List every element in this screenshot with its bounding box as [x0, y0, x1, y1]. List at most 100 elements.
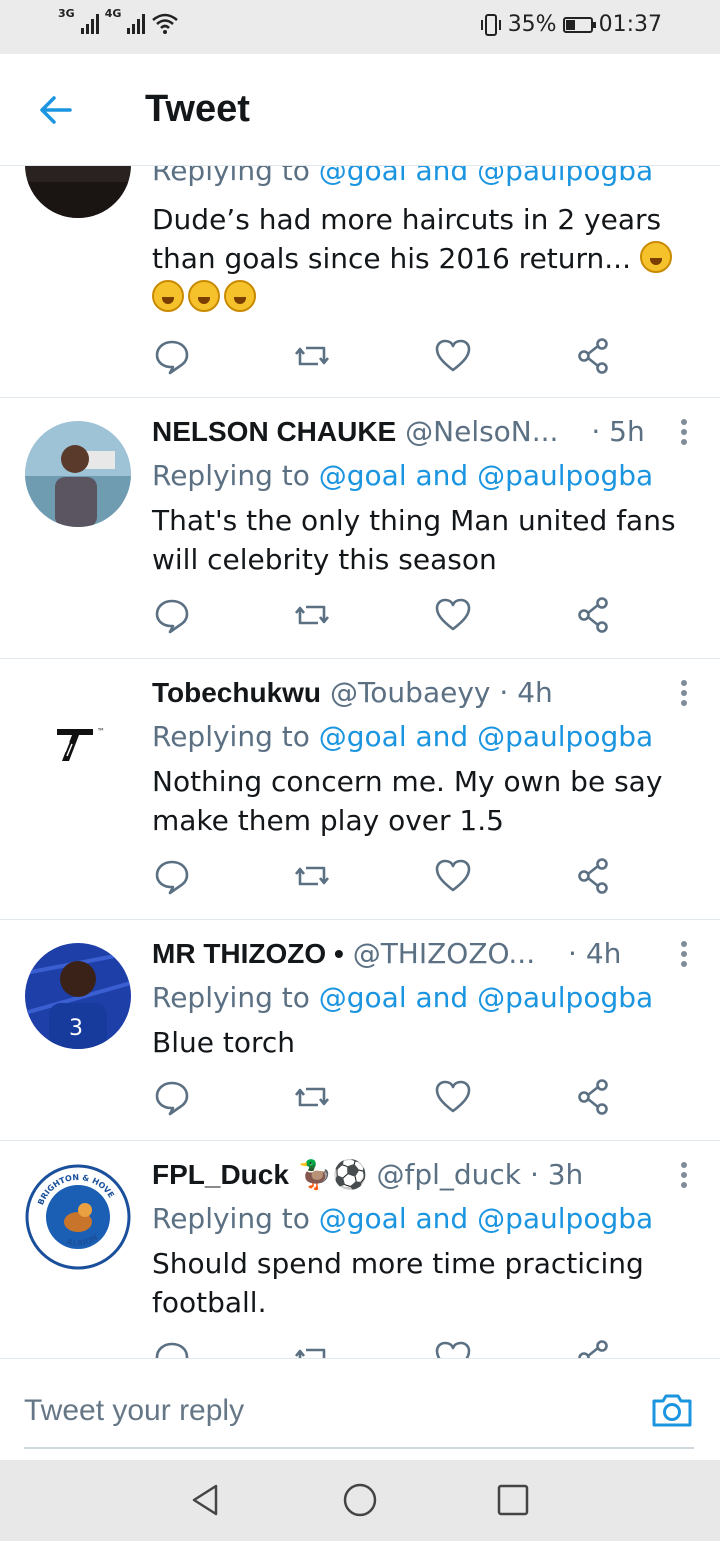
like-icon[interactable] [433, 336, 473, 376]
tweet-text: Nothing concern me. My own be say make t… [152, 765, 663, 837]
timestamp[interactable]: · 4h [499, 676, 552, 709]
replying-to: Replying to @goal and @paulpogba [152, 1202, 654, 1235]
tweet-header: NELSON CHAUKE @NelsoN... · 5h [152, 415, 660, 448]
mention-link[interactable]: @goal and @paulpogba [319, 1202, 653, 1235]
tweet-item[interactable]: NELSON CHAUKE @NelsoN... · 5h Replying t… [0, 397, 720, 659]
like-icon[interactable] [433, 856, 473, 896]
retweet-icon[interactable] [292, 336, 332, 376]
like-icon[interactable] [433, 595, 473, 635]
tweet-text: Should spend more time practicing footba… [152, 1247, 644, 1319]
replying-to: Replying to @goal and @paulpogba [152, 166, 653, 187]
reply-icon[interactable] [152, 1077, 192, 1117]
avatar[interactable]: BRIGHTON & HOVE ALBION [25, 1164, 131, 1270]
tweet-header: Tobechukwu @Toubaeyy · 4h [152, 676, 660, 709]
user-handle[interactable]: @THIZOZO... [353, 937, 535, 970]
back-arrow-icon[interactable] [36, 90, 76, 130]
reply-icon[interactable] [152, 595, 192, 635]
rofl-emoji-icon [639, 241, 672, 273]
reply-icon[interactable] [152, 336, 192, 376]
nav-back-icon[interactable] [186, 1480, 226, 1520]
display-name[interactable]: Tobechukwu [152, 677, 321, 708]
avatar[interactable]: 3 [25, 943, 131, 1049]
svg-text:™: ™ [97, 727, 105, 736]
mention-link[interactable]: @goal and @paulpogba [319, 459, 653, 492]
tweet-actions [150, 1338, 630, 1358]
display-name[interactable]: NELSON CHAUKE [152, 416, 396, 447]
avatar[interactable] [25, 421, 131, 527]
mention-link[interactable]: @goal and @paulpogba [319, 981, 653, 1014]
display-name[interactable]: MR THIZOZO • [152, 938, 344, 969]
tweet-actions [150, 595, 630, 635]
nav-recents-icon[interactable] [493, 1480, 533, 1520]
tweet-item[interactable]: BRIGHTON & HOVE ALBION FPL_Duck 🦆⚽ @fpl_… [0, 1140, 720, 1358]
rofl-emoji-icon [152, 280, 184, 312]
status-right: 35% 01:37 [480, 12, 662, 37]
system-nav-bar [0, 1460, 720, 1541]
svg-text:3: 3 [69, 1016, 83, 1041]
tweet-text: Dude’s had more haircuts in 2 years than… [152, 200, 682, 317]
clock: 01:37 [598, 12, 662, 37]
share-icon[interactable] [574, 595, 614, 635]
reply-composer [0, 1358, 720, 1459]
timestamp[interactable]: · 4h [568, 937, 621, 970]
retweet-icon[interactable] [292, 1338, 332, 1358]
input-underline [24, 1447, 694, 1449]
more-icon[interactable] [680, 941, 688, 971]
timestamp[interactable]: · 3h [530, 1158, 583, 1191]
avatar[interactable]: ™ [25, 682, 131, 788]
more-icon[interactable] [680, 680, 688, 710]
reply-feed[interactable]: Replying to @goal and @paulpogba Dude’s … [0, 166, 720, 1358]
nav-home-icon[interactable] [340, 1480, 380, 1520]
display-name[interactable]: FPL_Duck [152, 1159, 289, 1190]
replying-to: Replying to @goal and @paulpogba [152, 459, 654, 492]
reply-icon[interactable] [152, 1338, 192, 1358]
tweet-item[interactable]: Replying to @goal and @paulpogba Dude’s … [0, 166, 720, 398]
reply-input[interactable] [24, 1389, 584, 1433]
camera-icon[interactable] [650, 1387, 694, 1431]
tweet-actions [150, 1077, 630, 1117]
like-icon[interactable] [433, 1338, 473, 1358]
network-type-1: 3G [58, 7, 75, 20]
status-bar: 3G 4G 35% 01:37 [0, 0, 720, 54]
signal-bars-icon [80, 12, 99, 34]
tweet-actions [150, 336, 630, 376]
battery-percent: 35% [507, 12, 557, 37]
battery-icon [562, 16, 596, 33]
tweet-actions [150, 856, 630, 896]
tweet-header: FPL_Duck 🦆⚽ @fpl_duck · 3h [152, 1158, 660, 1191]
tweet-text: Blue torch [152, 1026, 296, 1059]
more-icon[interactable] [680, 419, 688, 449]
share-icon[interactable] [574, 1077, 614, 1117]
share-icon[interactable] [574, 336, 614, 376]
network-type-2: 4G [104, 7, 122, 20]
timestamp[interactable]: · 5h [591, 415, 644, 448]
signal-bars-icon [127, 12, 146, 34]
mention-link[interactable]: @goal and @paulpogba [319, 720, 653, 753]
tweet-item[interactable]: 3 MR THIZOZO • @THIZOZO... · 4h Replying… [0, 919, 720, 1141]
share-icon[interactable] [574, 1338, 614, 1358]
reply-icon[interactable] [152, 856, 192, 896]
user-handle[interactable]: @Toubaeyy [330, 676, 491, 709]
wifi-icon [152, 13, 179, 34]
tweet-text: That's the only thing Man united fans wi… [152, 504, 676, 576]
like-icon[interactable] [433, 1077, 473, 1117]
more-icon[interactable] [680, 1162, 688, 1192]
mention-link[interactable]: @goal and @paulpogba [319, 166, 653, 187]
rofl-emoji-icon [224, 280, 256, 312]
replying-to: Replying to @goal and @paulpogba [152, 981, 654, 1014]
retweet-icon[interactable] [292, 595, 332, 635]
signal-group: 3G 4G [58, 7, 179, 34]
top-app-bar: Tweet [0, 54, 720, 166]
name-emojis: 🦆⚽ [297, 1158, 368, 1191]
page-title: Tweet [145, 88, 250, 130]
tweet-header: MR THIZOZO • @THIZOZO... · 4h [152, 937, 660, 970]
user-handle[interactable]: @NelsoN... [405, 415, 558, 448]
share-icon[interactable] [574, 856, 614, 896]
vibrate-icon [480, 13, 501, 36]
retweet-icon[interactable] [292, 856, 332, 896]
retweet-icon[interactable] [292, 1077, 332, 1117]
user-handle[interactable]: @fpl_duck [376, 1158, 521, 1191]
replying-to: Replying to @goal and @paulpogba [152, 720, 654, 753]
avatar[interactable] [25, 166, 131, 218]
tweet-item[interactable]: ™ Tobechukwu @Toubaeyy · 4h Replying to … [0, 658, 720, 920]
